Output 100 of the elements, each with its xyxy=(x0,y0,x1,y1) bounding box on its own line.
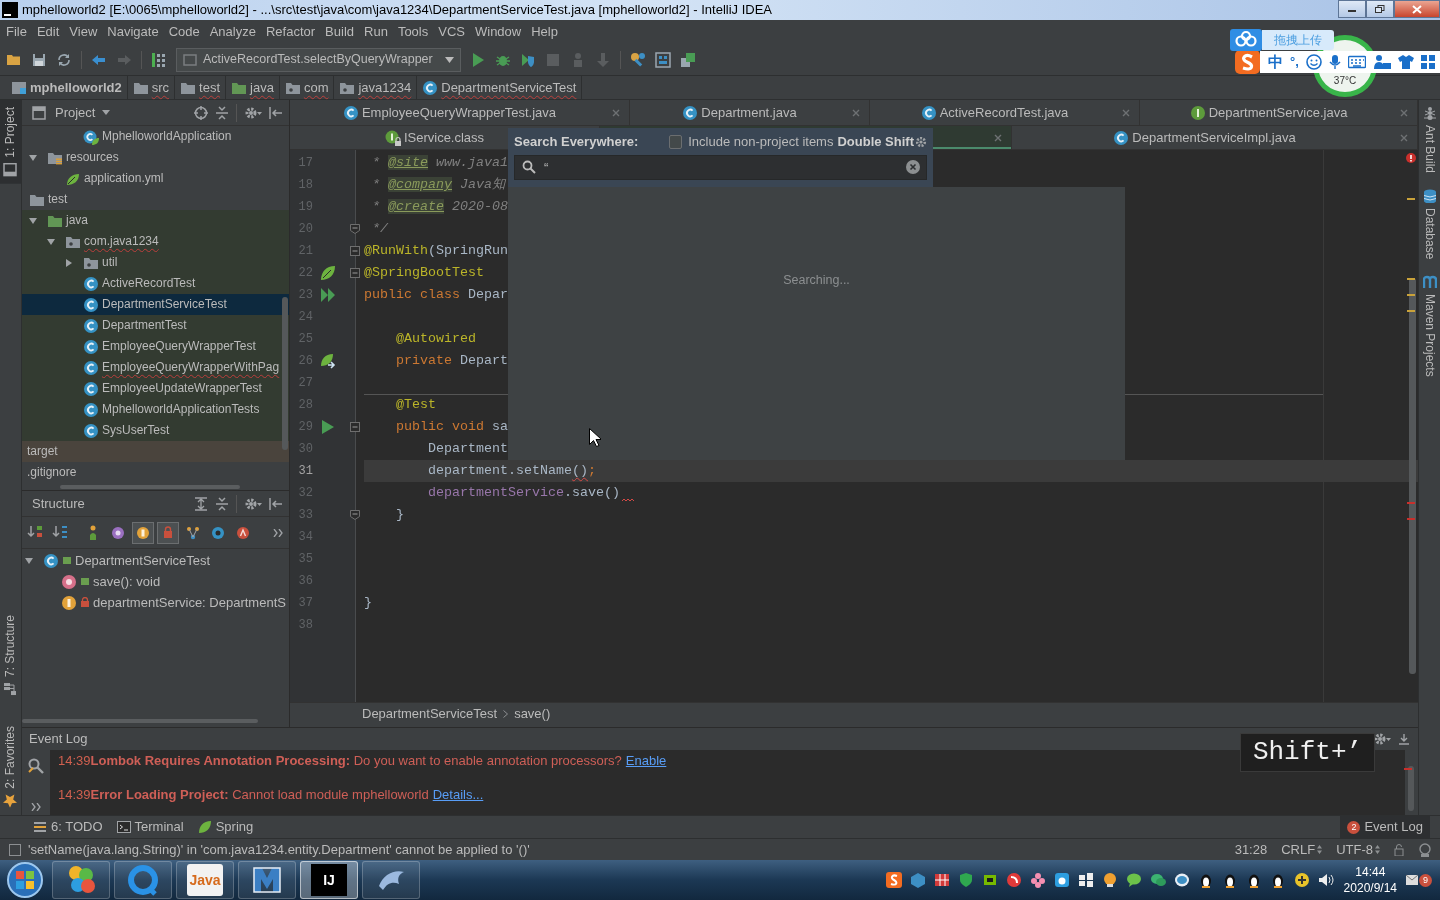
structure-item[interactable]: save(): void xyxy=(22,571,289,592)
taskbar-button[interactable] xyxy=(114,861,172,899)
tool-window-tab[interactable]: 7: Structure xyxy=(0,608,21,704)
menu-item[interactable]: Build xyxy=(320,20,359,44)
fold-end-icon[interactable] xyxy=(350,510,360,520)
double-play-icon[interactable] xyxy=(320,287,336,303)
menu-item[interactable]: Refactor xyxy=(260,20,321,44)
more-chevrons-icon[interactable] xyxy=(273,528,283,537)
oval-ring-icon[interactable] xyxy=(1173,872,1190,888)
breadcrumb-item[interactable]: com xyxy=(279,76,335,99)
fold-icon[interactable] xyxy=(350,268,360,278)
chat-bubble-icon[interactable] xyxy=(1149,872,1166,888)
editor-tab[interactable]: EmployeeQueryWrapperTest.java xyxy=(290,100,630,125)
more-chevrons-icon[interactable] xyxy=(31,803,41,811)
keyboard-icon[interactable] xyxy=(1347,55,1366,69)
include-checkbox[interactable] xyxy=(669,135,683,149)
coverage-icon[interactable] xyxy=(519,51,536,68)
tree-item[interactable]: util xyxy=(22,252,289,273)
menu-item[interactable]: VCS xyxy=(433,20,470,44)
tree-item[interactable]: EmployeeUpdateWrapperTest xyxy=(22,378,289,399)
menu-item[interactable]: View xyxy=(64,20,103,44)
tree-item[interactable]: ActiveRecordTest xyxy=(22,273,289,294)
tree-item[interactable]: com.java1234 xyxy=(22,231,289,252)
minimize-panel-icon[interactable] xyxy=(1398,733,1410,745)
expanded-arrow-icon[interactable] xyxy=(47,237,55,246)
tree-item[interactable]: MphelloworldApplication xyxy=(22,126,289,147)
swirl-logo-icon[interactable] xyxy=(1235,50,1260,74)
run-configuration-dropdown[interactable]: ActiveRecordTest.selectByQueryWrapper xyxy=(176,47,461,72)
tree-item[interactable]: EmployeeQueryWrapperWithPag xyxy=(22,357,289,378)
breadcrumb-item[interactable]: save() xyxy=(514,706,551,722)
hide-panel-icon[interactable] xyxy=(269,105,283,120)
menu-item[interactable]: Edit xyxy=(31,20,65,44)
tree-item[interactable]: resources xyxy=(22,147,289,168)
settings-icon[interactable] xyxy=(915,136,927,148)
taskbar-button[interactable] xyxy=(238,861,296,899)
panel-toggle-icon[interactable] xyxy=(9,843,21,856)
tree-item[interactable]: .gitignore xyxy=(22,462,289,483)
lightbulb-icon[interactable] xyxy=(1101,872,1118,888)
flower-icon[interactable] xyxy=(1029,872,1046,888)
head-outline-icon[interactable] xyxy=(1418,842,1432,857)
vertical-scrollbar[interactable] xyxy=(282,297,288,450)
breadcrumb-item[interactable]: java1234 xyxy=(334,76,418,99)
taskbar-button[interactable] xyxy=(52,861,110,899)
speaker-icon[interactable] xyxy=(1317,872,1334,888)
chat-bubble-icon[interactable] xyxy=(1125,872,1142,888)
menu-item[interactable]: Help xyxy=(526,20,563,44)
tree-item[interactable]: test xyxy=(22,189,289,210)
tool-window-button[interactable]: Terminal xyxy=(109,816,191,838)
smiley-icon[interactable] xyxy=(1305,54,1322,70)
fold-end-icon[interactable] xyxy=(350,224,360,234)
hide-panel-icon[interactable] xyxy=(269,496,283,511)
tool-window-tab[interactable]: Ant Build xyxy=(1419,100,1440,184)
vertical-scrollbar[interactable] xyxy=(1409,278,1416,674)
notification-button[interactable]: 9 xyxy=(1405,873,1432,887)
arc-disc-icon[interactable] xyxy=(1005,872,1022,888)
breadcrumb-item[interactable]: src xyxy=(127,76,176,99)
cube-icon[interactable] xyxy=(909,872,926,888)
swirl-logo-icon[interactable] xyxy=(885,872,902,888)
field-icon[interactable] xyxy=(132,521,154,544)
tool-window-tab[interactable]: 2: Favorites xyxy=(0,719,21,815)
collapsed-arrow-icon[interactable] xyxy=(65,258,73,267)
breadcrumb-item[interactable]: mphelloworld2 xyxy=(6,76,128,99)
log-link[interactable]: Enable xyxy=(625,752,667,769)
tree-item[interactable]: DepartmentServiceTest xyxy=(22,294,289,315)
close-icon[interactable] xyxy=(612,108,620,117)
tree-item[interactable]: DepartmentTest xyxy=(22,315,289,336)
restore-button[interactable] xyxy=(1366,0,1394,18)
chip-icon[interactable] xyxy=(981,872,998,888)
close-icon[interactable] xyxy=(994,133,1002,142)
expanded-arrow-icon[interactable] xyxy=(29,216,37,225)
layers-icon[interactable] xyxy=(679,51,696,68)
taskbar-button[interactable]: IJ xyxy=(300,861,358,899)
structure-item[interactable]: DepartmentServiceTest xyxy=(22,550,289,571)
tool-window-tab[interactable]: Maven Projects xyxy=(1419,269,1440,388)
encoding-selector[interactable]: UTF-8 xyxy=(1336,841,1380,858)
settings-icon[interactable] xyxy=(244,496,262,511)
crosshair-icon[interactable] xyxy=(194,105,208,120)
tool-window-tab[interactable]: 1: Project xyxy=(0,100,21,184)
leaf-arrow-icon[interactable] xyxy=(320,353,336,369)
collapse-all-icon[interactable] xyxy=(215,105,229,120)
wrench-icon[interactable] xyxy=(28,758,44,774)
sync-icon[interactable] xyxy=(56,51,72,68)
menu-item[interactable]: File xyxy=(1,20,32,44)
grid-icon[interactable] xyxy=(1420,55,1435,69)
language-mode-toggle[interactable]: 中 xyxy=(1268,53,1283,71)
menu-item[interactable]: Navigate xyxy=(102,20,164,44)
plus-disc-icon[interactable] xyxy=(1293,872,1310,888)
tree-item[interactable]: SysUserTest xyxy=(22,420,289,441)
log-link[interactable]: Details... xyxy=(432,786,484,803)
close-icon[interactable] xyxy=(1400,108,1408,117)
fold-icon[interactable] xyxy=(350,422,360,432)
menu-item[interactable]: Analyze xyxy=(204,20,261,44)
caret-position[interactable]: 31:28 xyxy=(1234,841,1268,858)
tool-window-button[interactable]: 6: TODO xyxy=(26,816,110,838)
close-icon[interactable] xyxy=(1400,133,1408,142)
taskbar-button[interactable] xyxy=(362,861,420,899)
menu-item[interactable]: Tools xyxy=(392,20,434,44)
microphone-icon[interactable] xyxy=(1328,54,1341,70)
tool-window-button[interactable]: Spring xyxy=(190,816,261,838)
tree-item[interactable]: application.yml xyxy=(22,168,289,189)
